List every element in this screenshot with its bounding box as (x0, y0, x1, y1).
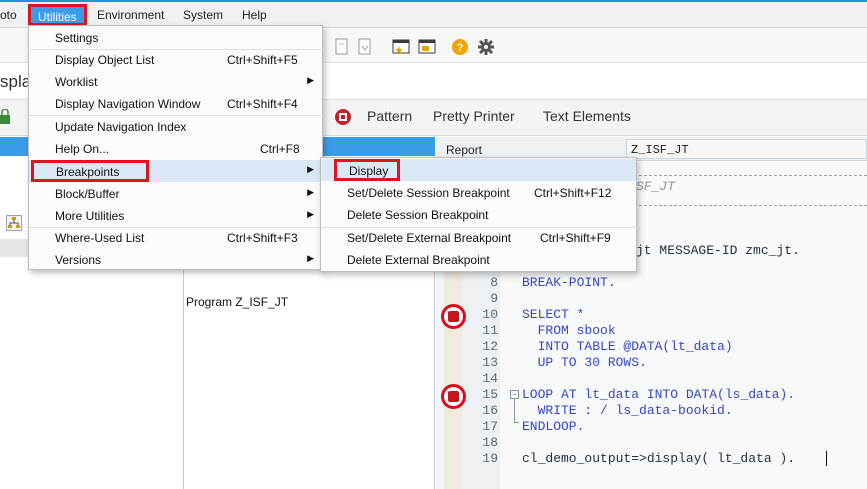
line-number: 10 (482, 307, 498, 322)
submenu-item-display[interactable]: Display (321, 159, 636, 181)
menu-item-where-used-list[interactable]: Where-Used List Ctrl+Shift+F3 (29, 227, 322, 249)
text-elements-button[interactable]: Text Elements (543, 108, 631, 124)
code-line: ENDLOOP. (522, 419, 585, 434)
menu-bar: oto Utilities Environment System Help (0, 0, 867, 28)
menu-item-versions[interactable]: Versions ▶ (29, 249, 322, 271)
menu-item-update-navigation-index[interactable]: Update Navigation Index (29, 116, 322, 138)
report-name-field[interactable]: Z_ISF_JT (626, 139, 867, 159)
fold-toggle[interactable]: − (510, 390, 519, 399)
line-number: 19 (482, 451, 498, 466)
chevron-right-icon: ▶ (307, 187, 314, 197)
chevron-right-icon: ▶ (307, 253, 314, 263)
gear-icon[interactable] (477, 38, 495, 56)
submenu-item-delete-external-breakpoint[interactable]: Delete External Breakpoint (321, 249, 636, 271)
menu-item-breakpoints[interactable]: Breakpoints ▶ (29, 160, 322, 182)
submenu-item-set-delete-session-breakpoint[interactable]: Set/Delete Session Breakpoint Ctrl+Shift… (321, 182, 636, 204)
breakpoint-icon[interactable] (441, 304, 466, 329)
line-number: 8 (490, 275, 498, 290)
chevron-right-icon: ▶ (307, 209, 314, 219)
menu-item-worklist[interactable]: Worklist ▶ (29, 71, 322, 93)
page-down-icon[interactable] (356, 38, 374, 56)
menu-item-settings[interactable]: Settings (29, 27, 322, 49)
line-number: 15 (482, 387, 498, 402)
line-number: 13 (482, 355, 498, 370)
code-line: UP TO 30 ROWS. (522, 355, 647, 370)
menu-item-more-utilities[interactable]: More Utilities ▶ (29, 205, 322, 227)
code-line: BREAK-POINT. (522, 275, 616, 290)
menu-help[interactable]: Help (242, 8, 267, 22)
code-line: WRITE : / ls_data-bookid. (522, 403, 733, 418)
page-icon[interactable] (333, 38, 351, 56)
code-line: INTO TABLE @DATA(lt_data) (522, 339, 733, 354)
breakpoint-icon[interactable] (441, 384, 466, 409)
breakpoints-submenu: Display Set/Delete Session Breakpoint Ct… (320, 157, 637, 272)
line-number: 17 (482, 419, 498, 434)
program-label[interactable]: Program Z_ISF_JT (186, 295, 288, 309)
pattern-button[interactable]: Pattern (367, 108, 412, 124)
pattern-icon[interactable] (334, 108, 352, 126)
shortcut-icon[interactable] (418, 38, 436, 56)
chevron-right-icon: ▶ (307, 164, 314, 174)
menu-utilities[interactable]: Utilities (28, 4, 87, 26)
pretty-printer-button[interactable]: Pretty Printer (433, 108, 515, 124)
menu-item-help-on[interactable]: Help On... Ctrl+F8 (29, 138, 322, 160)
code-line: FROM sbook (522, 323, 616, 338)
svg-text:?: ? (457, 42, 464, 54)
new-session-icon[interactable] (392, 38, 410, 56)
report-statement: jt MESSAGE-ID zmc_jt. (636, 243, 800, 258)
hierarchy-icon[interactable] (6, 215, 22, 231)
menu-item-block-buffer[interactable]: Block/Buffer ▶ (29, 183, 322, 205)
menu-environment[interactable]: Environment (97, 8, 164, 22)
utilities-menu: Settings Display Object List Ctrl+Shift+… (28, 25, 323, 270)
help-icon[interactable]: ? (451, 38, 469, 56)
menu-system[interactable]: System (183, 8, 223, 22)
text-cursor (826, 451, 827, 466)
report-label: Report (446, 143, 483, 157)
submenu-item-set-delete-external-breakpoint[interactable]: Set/Delete External Breakpoint Ctrl+Shif… (321, 227, 636, 249)
line-number: 16 (482, 403, 498, 418)
line-number: 12 (482, 339, 498, 354)
line-number: 11 (482, 323, 498, 338)
menu-item-display-object-list[interactable]: Display Object List Ctrl+Shift+F5 (29, 49, 322, 71)
line-number: 9 (490, 291, 498, 306)
submenu-item-delete-session-breakpoint[interactable]: Delete Session Breakpoint (321, 204, 636, 226)
chevron-right-icon: ▶ (307, 75, 314, 85)
fold-guide (514, 399, 519, 423)
comment-text: SF_JT (636, 179, 676, 194)
code-line: cl_demo_output=>display( lt_data ). (522, 451, 796, 466)
code-line: LOOP AT lt_data INTO DATA(ls_data). (522, 387, 796, 402)
menu-item-display-navigation-window[interactable]: Display Navigation Window Ctrl+Shift+F4 (29, 93, 322, 115)
line-number: 14 (482, 371, 498, 386)
code-line: SELECT * (522, 307, 585, 322)
lock-icon[interactable] (0, 108, 10, 125)
line-number: 18 (482, 435, 498, 450)
menu-goto[interactable]: oto (0, 8, 17, 22)
